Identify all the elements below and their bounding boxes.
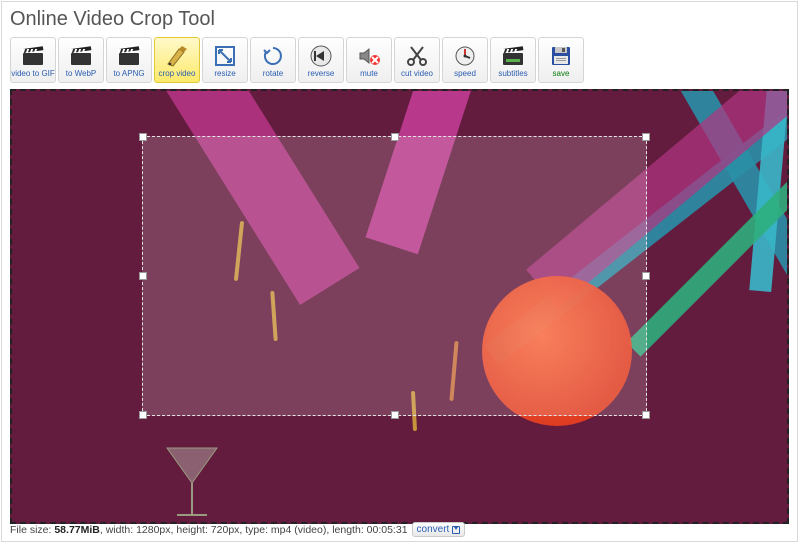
crop-handle-sw[interactable] (139, 411, 147, 419)
mute-icon (356, 43, 382, 69)
scissors-icon (404, 43, 430, 69)
cut-video-button[interactable]: cut video (394, 37, 440, 83)
clapper-icon (116, 43, 142, 69)
toolbar: video to GIF to WebP to APNG crop video … (2, 33, 797, 89)
rotate-icon (260, 43, 286, 69)
mute-button[interactable]: mute (346, 37, 392, 83)
video-to-gif-button[interactable]: video to GIF (10, 37, 56, 83)
clapper-icon (20, 43, 46, 69)
crop-selection[interactable] (142, 136, 647, 416)
crop-video-button[interactable]: crop video (154, 37, 200, 83)
reverse-icon (308, 43, 334, 69)
crop-handle-e[interactable] (642, 272, 650, 280)
clapper-icon (500, 43, 526, 69)
floppy-icon (548, 43, 574, 69)
save-button[interactable]: save (538, 37, 584, 83)
to-webp-button[interactable]: to WebP (58, 37, 104, 83)
video-stage[interactable] (10, 89, 789, 524)
convert-arrow-icon (452, 526, 460, 534)
clapper-icon (68, 43, 94, 69)
crop-handle-se[interactable] (642, 411, 650, 419)
resize-icon (212, 43, 238, 69)
crop-pen-icon (164, 43, 190, 69)
page-title: Online Video Crop Tool (2, 2, 797, 33)
crop-handle-n[interactable] (391, 133, 399, 141)
file-info-text: File size: 58.77MiB, width: 1280px, heig… (10, 524, 408, 536)
app-panel: Online Video Crop Tool video to GIF to W… (1, 1, 798, 542)
crop-handle-nw[interactable] (139, 133, 147, 141)
resize-button[interactable]: resize (202, 37, 248, 83)
glass-shape-icon (162, 443, 222, 523)
crop-handle-ne[interactable] (642, 133, 650, 141)
subtitles-button[interactable]: subtitles (490, 37, 536, 83)
reverse-button[interactable]: reverse (298, 37, 344, 83)
convert-button[interactable]: convert (412, 522, 466, 537)
speed-button[interactable]: speed (442, 37, 488, 83)
speed-icon (452, 43, 478, 69)
crop-handle-s[interactable] (391, 411, 399, 419)
crop-handle-w[interactable] (139, 272, 147, 280)
rotate-button[interactable]: rotate (250, 37, 296, 83)
to-apng-button[interactable]: to APNG (106, 37, 152, 83)
file-info-bar: File size: 58.77MiB, width: 1280px, heig… (10, 522, 465, 537)
